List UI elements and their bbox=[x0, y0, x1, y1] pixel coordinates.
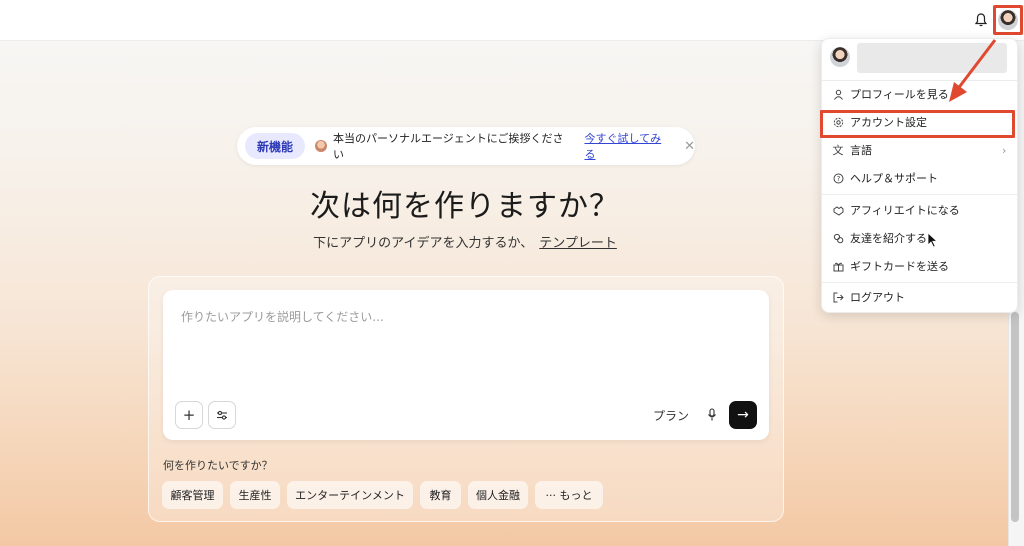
prompt-placeholder: 作りたいアプリを説明してください... bbox=[181, 310, 384, 324]
subtitle-text: 下にアプリのアイデアを入力するか、 bbox=[313, 236, 534, 251]
translate-icon: 文 bbox=[832, 144, 844, 157]
gift-icon bbox=[832, 260, 844, 272]
plus-icon: + bbox=[182, 406, 196, 424]
plan-button[interactable]: プラン bbox=[653, 407, 689, 424]
sliders-icon bbox=[217, 410, 227, 420]
page-subtitle: 下にアプリのアイデアを入力するか、 テンプレート bbox=[0, 232, 930, 251]
bell-icon[interactable] bbox=[972, 11, 990, 29]
try-now-link[interactable]: 今すぐ試してみる bbox=[584, 130, 672, 162]
chip-entertainment[interactable]: エンターテインメント bbox=[287, 481, 413, 509]
agent-avatar-icon bbox=[315, 140, 327, 152]
help-circle-icon: ? bbox=[832, 172, 844, 184]
menu-divider bbox=[822, 194, 1017, 195]
microphone-icon[interactable] bbox=[704, 405, 720, 425]
avatar bbox=[998, 10, 1018, 30]
menu-item-language[interactable]: 文 言語 › bbox=[822, 137, 1017, 163]
chevron-right-icon: › bbox=[1002, 143, 1007, 157]
arrow-right-icon: → bbox=[737, 407, 749, 423]
person-icon bbox=[832, 88, 844, 100]
account-settings-highlight bbox=[820, 110, 1015, 138]
chip-personal-finance[interactable]: 個人金融 bbox=[468, 481, 528, 509]
settings-button[interactable] bbox=[208, 401, 236, 429]
page-title: 次は何を作りますか？ bbox=[310, 189, 620, 224]
close-icon[interactable]: ✕ bbox=[684, 139, 695, 154]
menu-item-label: 友達を紹介する bbox=[850, 232, 927, 245]
new-feature-badge: 新機能 bbox=[245, 133, 305, 159]
handshake-icon bbox=[832, 204, 844, 216]
menu-item-label: ギフトカードを送る bbox=[850, 260, 949, 273]
mouse-cursor-icon bbox=[927, 232, 939, 248]
send-button[interactable]: → bbox=[729, 401, 757, 429]
top-bar bbox=[0, 0, 1024, 41]
scrollbar-thumb[interactable] bbox=[1011, 312, 1019, 522]
menu-divider bbox=[822, 282, 1017, 283]
menu-item-label: 言語 bbox=[850, 144, 872, 157]
chip-more[interactable]: ··· もっと bbox=[535, 481, 603, 509]
announcement-text: 本当のパーソナルエージェントにご挨拶ください bbox=[333, 132, 564, 161]
add-button[interactable]: + bbox=[175, 401, 203, 429]
menu-item-help[interactable]: ? ヘルプ＆サポート bbox=[822, 165, 1017, 191]
menu-item-logout[interactable]: ログアウト bbox=[822, 284, 1017, 310]
menu-item-gift-card[interactable]: ギフトカードを送る bbox=[822, 253, 1017, 279]
svg-text:?: ? bbox=[836, 175, 840, 183]
template-link[interactable]: テンプレート bbox=[539, 236, 617, 251]
invite-icon bbox=[832, 232, 844, 244]
menu-item-label: ログアウト bbox=[850, 291, 905, 304]
chip-productivity[interactable]: 生産性 bbox=[230, 481, 280, 509]
menu-item-refer-friend[interactable]: 友達を紹介する bbox=[822, 225, 1017, 251]
annotation-arrow-icon bbox=[949, 39, 997, 102]
chip-education[interactable]: 教育 bbox=[420, 481, 461, 509]
menu-item-affiliate[interactable]: アフィリエイトになる bbox=[822, 197, 1017, 223]
suggestions-heading: 何を作りたいですか？ bbox=[163, 459, 273, 472]
menu-avatar bbox=[830, 47, 850, 67]
chip-crm[interactable]: 顧客管理 bbox=[162, 481, 223, 509]
logout-icon bbox=[832, 291, 844, 303]
menu-item-label: プロフィールを見る bbox=[850, 88, 949, 101]
announcement-banner: 新機能 本当のパーソナルエージェントにご挨拶ください 今すぐ試してみる ✕ bbox=[237, 127, 695, 165]
menu-item-label: ヘルプ＆サポート bbox=[850, 172, 938, 185]
menu-item-label: アフィリエイトになる bbox=[850, 204, 960, 217]
